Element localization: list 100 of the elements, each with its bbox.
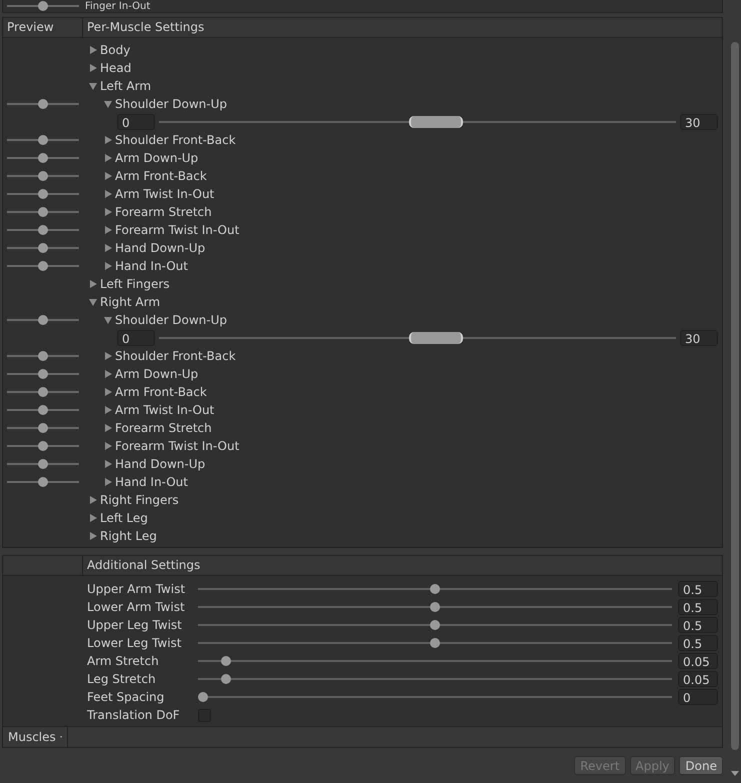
slider-thumb[interactable] (38, 135, 48, 145)
tree-item[interactable]: Left Leg (100, 511, 148, 525)
tree-item[interactable]: Shoulder Down-Up (115, 313, 227, 327)
tree-item[interactable]: Hand In-Out (115, 475, 188, 489)
slider-thumb[interactable] (221, 674, 232, 684)
tree-item[interactable]: Left Fingers (100, 277, 170, 291)
setting-label: Arm Stretch (87, 654, 160, 668)
slider-thumb[interactable] (38, 459, 48, 469)
expand-triangle-icon[interactable] (104, 136, 112, 144)
slider-thumb[interactable] (38, 99, 48, 109)
slider-thumb[interactable] (38, 441, 48, 451)
scroll-down-icon[interactable] (731, 771, 739, 776)
collapse-triangle-icon[interactable] (89, 298, 97, 306)
collapse-triangle-icon[interactable] (104, 100, 112, 108)
slider-thumb[interactable] (38, 189, 48, 199)
tree-item[interactable]: Arm Twist In-Out (115, 403, 214, 417)
expand-triangle-icon[interactable] (89, 496, 97, 504)
expand-triangle-icon[interactable] (89, 46, 97, 54)
expand-triangle-icon[interactable] (89, 532, 97, 540)
slider-thumb[interactable] (430, 584, 440, 594)
tree-item[interactable]: Hand Down-Up (115, 241, 206, 255)
range-slider-handle[interactable] (409, 332, 464, 344)
slider-thumb[interactable] (38, 171, 48, 181)
slider-thumb[interactable] (430, 638, 440, 648)
value-field[interactable]: 0.5 (678, 617, 718, 633)
expand-triangle-icon[interactable] (104, 154, 112, 162)
tree-item[interactable]: Forearm Twist In-Out (115, 223, 240, 237)
tree-item[interactable]: Forearm Stretch (115, 421, 212, 435)
tree-item[interactable]: Shoulder Front-Back (115, 349, 236, 363)
setting-label: Leg Stretch (87, 672, 157, 686)
tree-item[interactable]: Arm Front-Back (115, 169, 207, 183)
slider-thumb[interactable] (38, 369, 48, 379)
slider-thumb[interactable] (38, 1, 48, 11)
min-value-field[interactable]: 0 (117, 330, 155, 346)
value-field[interactable]: 0.5 (678, 635, 718, 651)
tree-item[interactable]: Arm Twist In-Out (115, 187, 214, 201)
expand-triangle-icon[interactable] (104, 172, 112, 180)
tree-item[interactable]: Hand Down-Up (115, 457, 206, 471)
value-field[interactable]: 0.5 (678, 581, 718, 597)
expand-triangle-icon[interactable] (104, 352, 112, 360)
tree-item[interactable]: Right Leg (100, 529, 157, 543)
collapse-triangle-icon[interactable] (104, 316, 112, 324)
min-value-field[interactable]: 0 (117, 114, 155, 130)
tree-item[interactable]: Shoulder Front-Back (115, 133, 236, 147)
slider-thumb[interactable] (38, 477, 48, 487)
scrollbar-thumb[interactable] (731, 42, 739, 750)
expand-triangle-icon[interactable] (104, 226, 112, 234)
slider-thumb[interactable] (38, 423, 48, 433)
slider-thumb[interactable] (38, 153, 48, 163)
column-header: Preview (3, 18, 83, 37)
tree-item[interactable]: Right Fingers (100, 493, 179, 507)
tree-item[interactable]: Arm Down-Up (115, 151, 198, 165)
slider-thumb[interactable] (38, 351, 48, 361)
slider-thumb[interactable] (38, 315, 48, 325)
tree-item[interactable]: Left Arm (100, 79, 152, 93)
tree-item[interactable]: Arm Down-Up (115, 367, 198, 381)
expand-triangle-icon[interactable] (104, 478, 112, 486)
value-field[interactable]: 0.05 (678, 653, 718, 669)
tree-item[interactable]: Arm Front-Back (115, 385, 207, 399)
slider-thumb[interactable] (38, 243, 48, 253)
expand-triangle-icon[interactable] (104, 262, 112, 270)
tree-item[interactable]: Head (100, 61, 132, 75)
slider-thumb[interactable] (198, 692, 208, 702)
tree-item[interactable]: Forearm Stretch (115, 205, 212, 219)
expand-triangle-icon[interactable] (104, 208, 112, 216)
tree-item[interactable]: Forearm Twist In-Out (115, 439, 240, 453)
max-value-field[interactable]: 30 (680, 330, 718, 346)
slider-thumb[interactable] (430, 602, 440, 612)
slider-thumb[interactable] (38, 387, 48, 397)
expand-triangle-icon[interactable] (104, 406, 112, 414)
expand-triangle-icon[interactable] (89, 64, 97, 72)
range-slider-handle[interactable] (409, 116, 464, 128)
expand-triangle-icon[interactable] (104, 388, 112, 396)
slider-thumb[interactable] (38, 405, 48, 415)
expand-triangle-icon[interactable] (104, 424, 112, 432)
expand-triangle-icon[interactable] (104, 460, 112, 468)
slider-thumb[interactable] (430, 620, 440, 630)
slider-thumb[interactable] (38, 225, 48, 235)
muscles-dropdown[interactable]: Muscles (3, 727, 68, 747)
value-field[interactable]: 0 (678, 689, 718, 705)
tree-item[interactable]: Shoulder Down-Up (115, 97, 227, 111)
expand-triangle-icon[interactable] (89, 280, 97, 288)
value-field[interactable]: 0.5 (678, 599, 718, 615)
tree-item[interactable]: Hand In-Out (115, 259, 188, 273)
expand-triangle-icon[interactable] (104, 442, 112, 450)
expand-triangle-icon[interactable] (89, 514, 97, 522)
slider-thumb[interactable] (38, 207, 48, 217)
setting-label: Upper Arm Twist (87, 582, 186, 596)
collapse-triangle-icon[interactable] (89, 82, 97, 90)
max-value-field[interactable]: 30 (680, 114, 718, 130)
tree-item[interactable]: Right Arm (100, 295, 160, 309)
setting-label: Upper Leg Twist (87, 618, 183, 632)
expand-triangle-icon[interactable] (104, 190, 112, 198)
slider-thumb[interactable] (38, 261, 48, 271)
expand-triangle-icon[interactable] (104, 244, 112, 252)
action-button[interactable]: Done (679, 756, 723, 775)
value-field[interactable]: 0.05 (678, 671, 718, 687)
slider-thumb[interactable] (221, 656, 232, 666)
tree-item[interactable]: Body (100, 43, 130, 57)
expand-triangle-icon[interactable] (104, 370, 112, 378)
